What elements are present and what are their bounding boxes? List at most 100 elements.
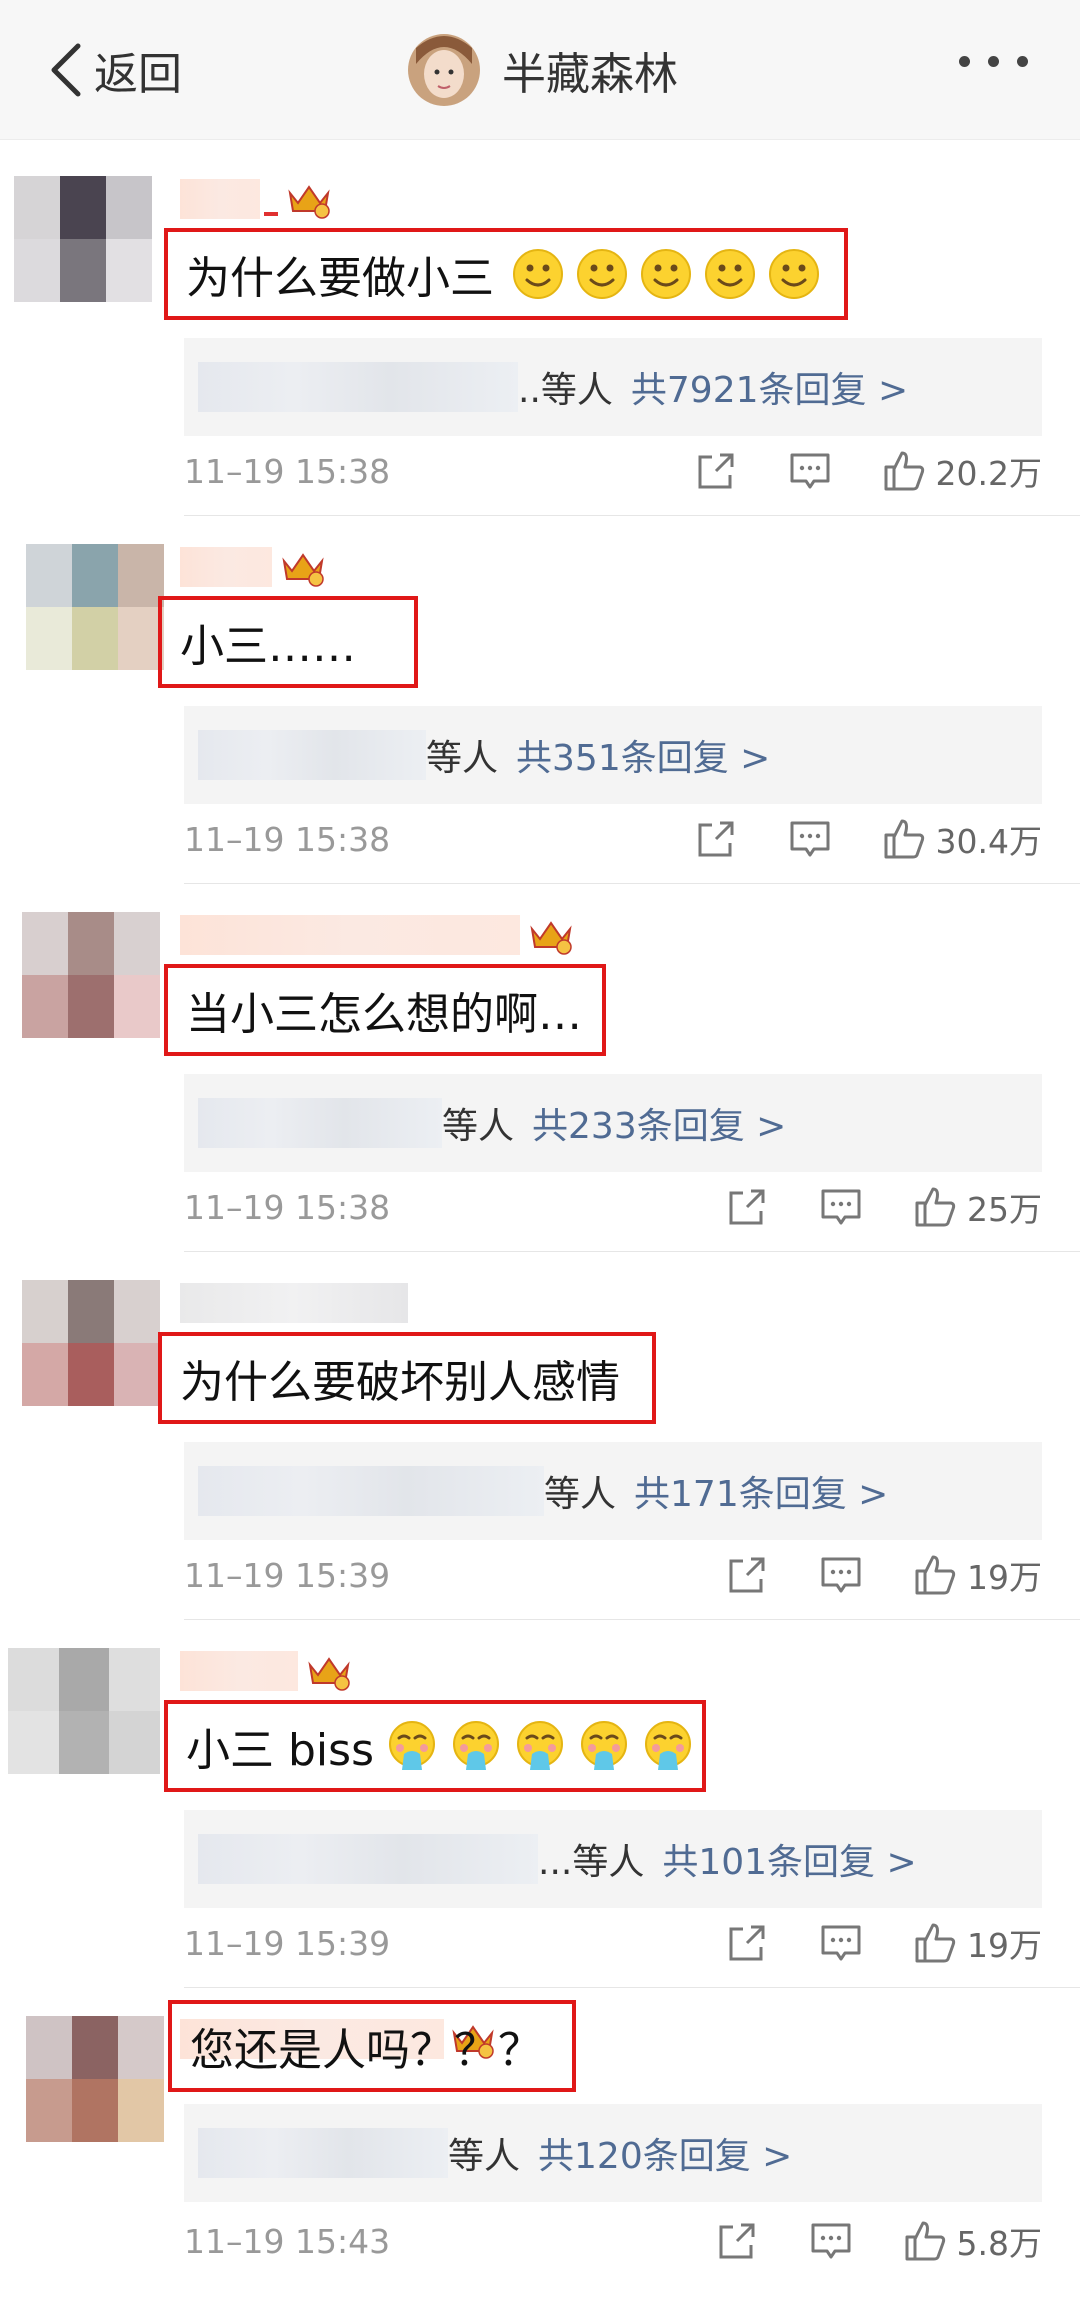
share-icon[interactable] (715, 2219, 759, 2263)
reply-summary[interactable]: 等人 共120条回复 > (184, 2104, 1042, 2202)
view-replies-link[interactable]: 共171条回复 > (634, 1465, 888, 1517)
reply-summary[interactable]: ..等人 共7921条回复 > (184, 338, 1042, 436)
comment-text: 为什么要破坏别人感情 (180, 1357, 620, 1408)
comment-meta: 11–19 15:38 30.4万 (184, 812, 1042, 866)
chevron-left-icon (51, 43, 81, 97)
comment-meta: 11–19 15:39 19万 (184, 1916, 1042, 1970)
comment-text: 为什么要做小三 (186, 253, 494, 304)
thumbs-up-icon[interactable] (913, 1185, 957, 1229)
smile-icon (769, 249, 819, 299)
avatar[interactable] (14, 176, 152, 302)
like-count: 19万 (967, 1558, 1042, 1597)
avatar[interactable] (408, 34, 480, 106)
comment-text: 您还是人吗？？？ (190, 2025, 542, 2076)
vomit-face-icon (517, 1721, 563, 1770)
comment-item: 为什么要做小三 ..等人 共7921条回复 > 11–19 15:38 20.2… (0, 148, 1080, 516)
comment-icon[interactable] (819, 1921, 863, 1965)
share-icon[interactable] (694, 449, 738, 493)
comment-icon[interactable] (819, 1185, 863, 1229)
blurred-replier-names (198, 730, 426, 780)
timestamp: 11–19 15:39 (184, 1923, 391, 1963)
comment-meta: 11–19 15:38 25万 (184, 1180, 1042, 1234)
view-replies-link[interactable]: 共233条回复 > (532, 1097, 786, 1149)
comment-icon[interactable] (819, 1553, 863, 1597)
avatar[interactable] (8, 1648, 160, 1774)
comment-content-highlight: 为什么要破坏别人感情 (158, 1332, 656, 1424)
comment-content-highlight: 小三…… (158, 596, 418, 688)
blurred-replier-names (198, 2128, 448, 2178)
like-count: 19万 (967, 1926, 1042, 1965)
like-count: 20.2万 (935, 454, 1042, 493)
share-icon[interactable] (694, 817, 738, 861)
share-icon[interactable] (725, 1553, 769, 1597)
blurred-replier-names (198, 1098, 442, 1148)
thumbs-up-icon[interactable] (882, 449, 926, 493)
vomit-face-icon (581, 1721, 627, 1770)
avatar[interactable] (22, 912, 160, 1038)
reply-summary[interactable]: 等人 共233条回复 > (184, 1074, 1042, 1172)
smile-icon (513, 249, 563, 299)
like-count: 30.4万 (935, 822, 1042, 861)
reply-summary[interactable]: 等人 共171条回复 > (184, 1442, 1042, 1540)
comment-item: 您还是人吗？？？ 等人 共120条回复 > 11–19 15:43 5.8万 (0, 1988, 1080, 2302)
comment-content-highlight: 小三 biss (164, 1700, 706, 1792)
comment-item: 为什么要破坏别人感情 等人 共171条回复 > 11–19 15:39 19万 (0, 1252, 1080, 1620)
vip-crown-icon (530, 921, 572, 955)
username[interactable] (180, 546, 326, 588)
dot-icon (959, 56, 970, 67)
comment-item: 小三 biss ...等人 共101条回复 > 11–19 15:39 19万 (0, 1620, 1080, 1988)
username[interactable] (180, 1282, 408, 1324)
view-replies-link[interactable]: 共120条回复 > (538, 2127, 792, 2179)
more-options-button[interactable] (959, 56, 1028, 67)
comment-icon[interactable] (809, 2219, 853, 2263)
share-icon[interactable] (725, 1185, 769, 1229)
reply-suffix: ..等人 (518, 370, 613, 411)
timestamp: 11–19 15:39 (184, 1555, 391, 1595)
thumbs-up-icon[interactable] (913, 1553, 957, 1597)
like-count: 5.8万 (956, 2224, 1042, 2263)
timestamp: 11–19 15:43 (184, 2221, 391, 2261)
back-button[interactable]: 返回 (48, 32, 182, 108)
avatar[interactable] (22, 1280, 160, 1406)
reply-suffix: 等人 (544, 1474, 617, 1515)
comment-content-highlight: 为什么要做小三 (164, 228, 848, 320)
thumbs-up-icon[interactable] (903, 2219, 947, 2263)
comment-text: 小三…… (180, 621, 356, 672)
vip-crown-icon (282, 553, 324, 587)
reply-summary[interactable]: 等人 共351条回复 > (184, 706, 1042, 804)
comment-icon[interactable] (788, 449, 832, 493)
comment-meta: 11–19 15:43 5.8万 (184, 2214, 1042, 2268)
top-navigation-bar: 返回 半藏森林 (0, 0, 1080, 140)
reply-suffix: 等人 (426, 738, 499, 779)
vomit-face-icon (645, 1721, 691, 1770)
comment-text: 小三 biss (186, 1725, 374, 1776)
vip-crown-icon (308, 1657, 350, 1691)
blurred-replier-names (198, 1834, 538, 1884)
comment-icon[interactable] (788, 817, 832, 861)
vomit-face-icon (389, 1721, 435, 1770)
smile-icon (641, 249, 691, 299)
comment-meta: 11–19 15:38 20.2万 (184, 444, 1042, 498)
reply-suffix: 等人 (448, 2136, 521, 2177)
username[interactable] (180, 914, 574, 956)
vomit-face-icon (453, 1721, 499, 1770)
back-label: 返回 (94, 49, 182, 100)
timestamp: 11–19 15:38 (184, 1187, 391, 1227)
reply-summary[interactable]: ...等人 共101条回复 > (184, 1810, 1042, 1908)
avatar[interactable] (26, 2016, 164, 2142)
thumbs-up-icon[interactable] (882, 817, 926, 861)
view-replies-link[interactable]: 共101条回复 > (662, 1833, 916, 1885)
avatar[interactable] (26, 544, 164, 670)
view-replies-link[interactable]: 共7921条回复 > (631, 361, 908, 413)
view-replies-link[interactable]: 共351条回复 > (516, 729, 770, 781)
username[interactable] (180, 178, 332, 220)
share-icon[interactable] (725, 1921, 769, 1965)
page-title-group[interactable]: 半藏森林 (408, 28, 678, 112)
thumbs-up-icon[interactable] (913, 1921, 957, 1965)
page-title: 半藏森林 (502, 49, 678, 100)
comment-item: 小三…… 等人 共351条回复 > 11–19 15:38 30.4万 (0, 516, 1080, 884)
reply-suffix: ...等人 (538, 1842, 645, 1883)
reply-suffix: 等人 (442, 1106, 515, 1147)
username[interactable] (180, 1650, 352, 1692)
timestamp: 11–19 15:38 (184, 451, 391, 491)
